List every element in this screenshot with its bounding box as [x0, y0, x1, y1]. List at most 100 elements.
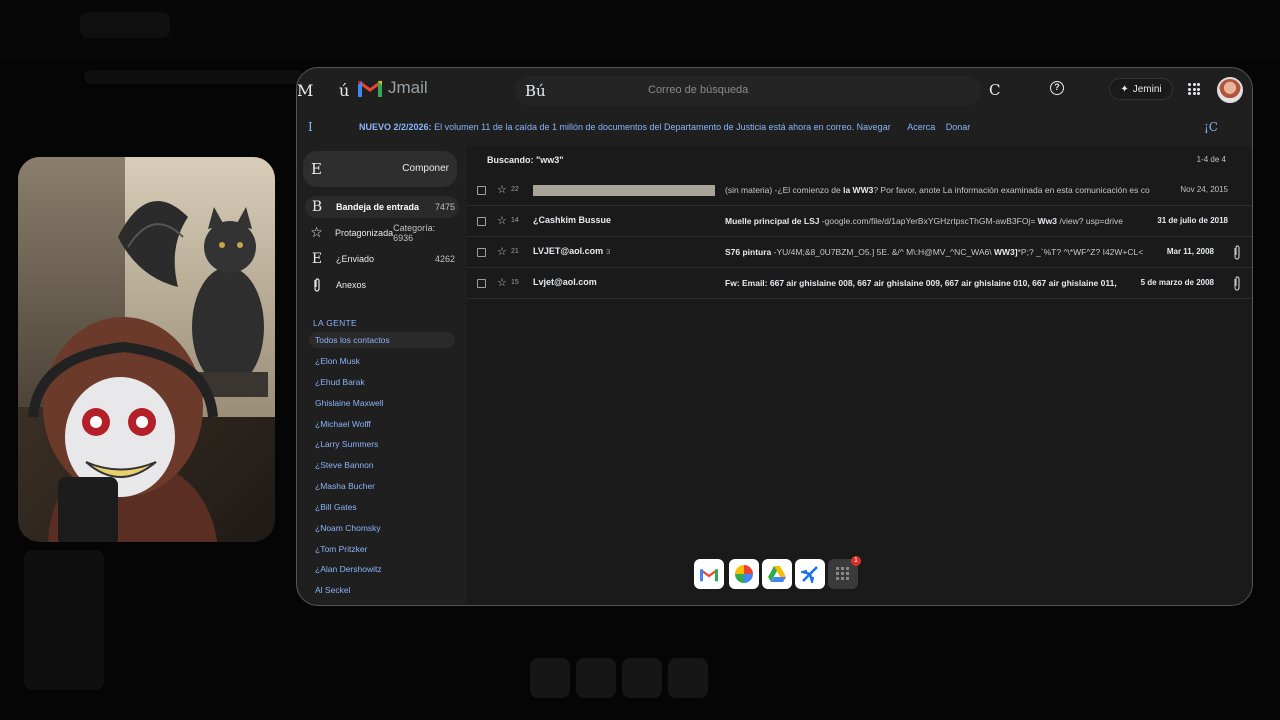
paperclip-icon	[1234, 245, 1240, 260]
background-dock-blur	[530, 658, 760, 702]
contact-item[interactable]: ¿Ehud Barak	[309, 374, 455, 390]
menu-glyph[interactable]: M	[297, 81, 313, 100]
photos-app-icon[interactable]	[729, 559, 759, 589]
star-icon: ☆	[310, 225, 323, 241]
table-row[interactable]: ☆ 14 ¿Cashkim Bussue Muelle principal de…	[467, 206, 1252, 237]
contact-item[interactable]: ¿Masha Bucher	[309, 478, 455, 494]
row-checkbox[interactable]	[477, 217, 486, 226]
thread-number: 21	[511, 248, 519, 255]
notification-badge: 1	[851, 556, 861, 566]
contact-item[interactable]: ¿Steve Bannon	[309, 457, 455, 473]
gemini-button[interactable]: ✦ Jemini	[1109, 78, 1173, 100]
row-subject: S76 pintura -YU/4M;&8_0U7BZM_O5.] 5E. &/…	[725, 247, 1144, 257]
sidebar-item-starred[interactable]: ☆ Protagonizada Categoría: 6936	[305, 222, 459, 244]
banner-prefix: NUEVO 2/2/2026:	[359, 122, 432, 132]
banner-close-glyph[interactable]: ¡C	[1204, 120, 1218, 134]
contact-item[interactable]: ¿Bill Gates	[309, 499, 455, 515]
sparkle-icon: ✦	[1120, 83, 1129, 95]
contact-item-all[interactable]: Todos los contactos	[309, 332, 455, 348]
contact-item[interactable]: Al Seckel	[309, 582, 455, 598]
sidebar-item-inbox[interactable]: B Bandeja de entrada 7475	[305, 196, 459, 218]
row-subject: (sin materia) -¿El comienzo de la WW3? P…	[725, 185, 1150, 195]
apps-grid-icon[interactable]	[1188, 83, 1200, 95]
contact-item[interactable]: Ghislaine Maxwell	[309, 395, 455, 411]
sidebar-item-label: Anexos	[336, 280, 367, 290]
app-logo[interactable]: Jmail	[357, 78, 428, 98]
row-subject: Muelle principal de LSJ -google.com/file…	[725, 216, 1123, 226]
row-sender: LVJET@aol.com 3	[533, 246, 611, 256]
contact-item[interactable]: ¿Tom Pritzker	[309, 541, 455, 557]
sidebar-item-sent[interactable]: E ¿Enviado 4262	[305, 248, 459, 270]
compose-icon: E	[311, 160, 322, 178]
people-heading: LA GENTE	[313, 318, 357, 328]
mail-window: M ú Jmail Bú Correo de búsqueda C ? ✦ Je…	[296, 67, 1253, 606]
table-row[interactable]: ☆ 22 (sin materia) -¿El comienzo de la W…	[467, 175, 1252, 206]
contact-item[interactable]: ¿Alan Dershowitz	[309, 561, 455, 577]
search-bar[interactable]: Bú Correo de búsqueda	[515, 76, 981, 106]
clear-search-icon[interactable]: C	[989, 81, 1000, 99]
thread-count: 3	[606, 247, 611, 256]
gmail-app-icon[interactable]	[694, 559, 724, 589]
apps-grid-launcher-icon[interactable]: 1	[828, 556, 861, 589]
row-checkbox[interactable]	[477, 186, 486, 195]
background-banner-blur	[84, 70, 304, 84]
message-list: Buscando: "ww3" 1-4 de 4 ☆ 22 (sin mater…	[467, 146, 1252, 605]
app-dock: 1	[689, 555, 865, 595]
info-glyph: I	[308, 120, 313, 134]
sidebar-item-label: Bandeja de entrada	[336, 202, 420, 212]
banner-message: El volumen 11 de la caída de 1 millón de…	[434, 122, 855, 132]
sidebar-item-label: ¿Enviado	[336, 254, 375, 264]
row-checkbox[interactable]	[477, 279, 486, 288]
top-bar: M ú Jmail Bú Correo de búsqueda C ? ✦ Je…	[297, 68, 1252, 112]
flights-app-icon[interactable]	[795, 559, 825, 589]
sidebar-item-label: Protagonizada	[335, 228, 394, 238]
row-date: Nov 24, 2015	[1180, 185, 1228, 194]
webcam-overlay	[18, 157, 275, 542]
sidebar-item-count: Categoría: 6936	[393, 223, 436, 243]
star-icon[interactable]: ☆	[497, 245, 507, 258]
redacted-sender	[533, 185, 715, 196]
background-sidebar-blur	[24, 550, 104, 690]
search-icon[interactable]: Bú	[525, 82, 546, 100]
contact-item[interactable]: ¿Elon Musk	[309, 353, 455, 369]
sent-icon: E	[311, 251, 323, 267]
search-input[interactable]: Correo de búsqueda	[648, 84, 748, 96]
row-checkbox[interactable]	[477, 248, 486, 257]
banner-link-donate[interactable]: Donar	[946, 122, 971, 132]
star-icon[interactable]: ☆	[497, 183, 507, 196]
sidebar-item-attachments[interactable]: Anexos	[305, 274, 459, 296]
table-row[interactable]: ☆ 15 Lvjet@aol.com Fw: Email: 667 air gh…	[467, 268, 1252, 299]
banner-link-navigate[interactable]: Navegar	[857, 122, 891, 132]
star-icon[interactable]: ☆	[497, 276, 507, 289]
inbox-icon: B	[311, 199, 323, 215]
paperclip-icon	[314, 278, 320, 292]
drive-app-icon[interactable]	[762, 559, 792, 589]
avatar[interactable]	[1217, 77, 1243, 103]
contact-item[interactable]: ¿Michael Wolff	[309, 416, 455, 432]
star-icon[interactable]: ☆	[497, 214, 507, 227]
contact-item[interactable]: ¿Noam Chomsky	[309, 520, 455, 536]
row-date: 5 de marzo de 2008	[1140, 278, 1214, 287]
background-logo-blur	[80, 12, 170, 38]
thread-number: 22	[511, 186, 519, 193]
row-date: 31 de julio de 2018	[1157, 216, 1228, 225]
paperclip-icon	[1234, 276, 1240, 291]
sidebar: E Componer B Bandeja de entrada 7475 ☆ P…	[297, 146, 465, 605]
row-date: Mar 11, 2008	[1166, 247, 1214, 256]
table-row[interactable]: ☆ 21 LVJET@aol.com 3 S76 pintura -YU/4M;&…	[467, 237, 1252, 268]
help-icon[interactable]: ?	[1050, 81, 1064, 95]
contact-item[interactable]: ¿Larry Summers	[309, 436, 455, 452]
app-name: Jmail	[388, 78, 428, 97]
row-subject: Fw: Email: 667 air ghislaine 008, 667 ai…	[725, 278, 1117, 288]
banner-link-about[interactable]: Acerca	[907, 122, 935, 132]
thread-number: 15	[511, 279, 519, 286]
compose-button[interactable]: E Componer	[303, 151, 457, 187]
row-sender: ¿Cashkim Bussue	[533, 215, 612, 225]
banner-text: NUEVO 2/2/2026: El volumen 11 de la caíd…	[359, 122, 970, 132]
gemini-label: Jemini	[1132, 83, 1162, 95]
compose-label: Componer	[402, 163, 449, 174]
sidebar-item-count: 7475	[434, 202, 455, 212]
back-glyph[interactable]: ú	[339, 81, 349, 100]
row-sender: Lvjet@aol.com	[533, 277, 597, 287]
background-topbar	[0, 0, 1280, 60]
